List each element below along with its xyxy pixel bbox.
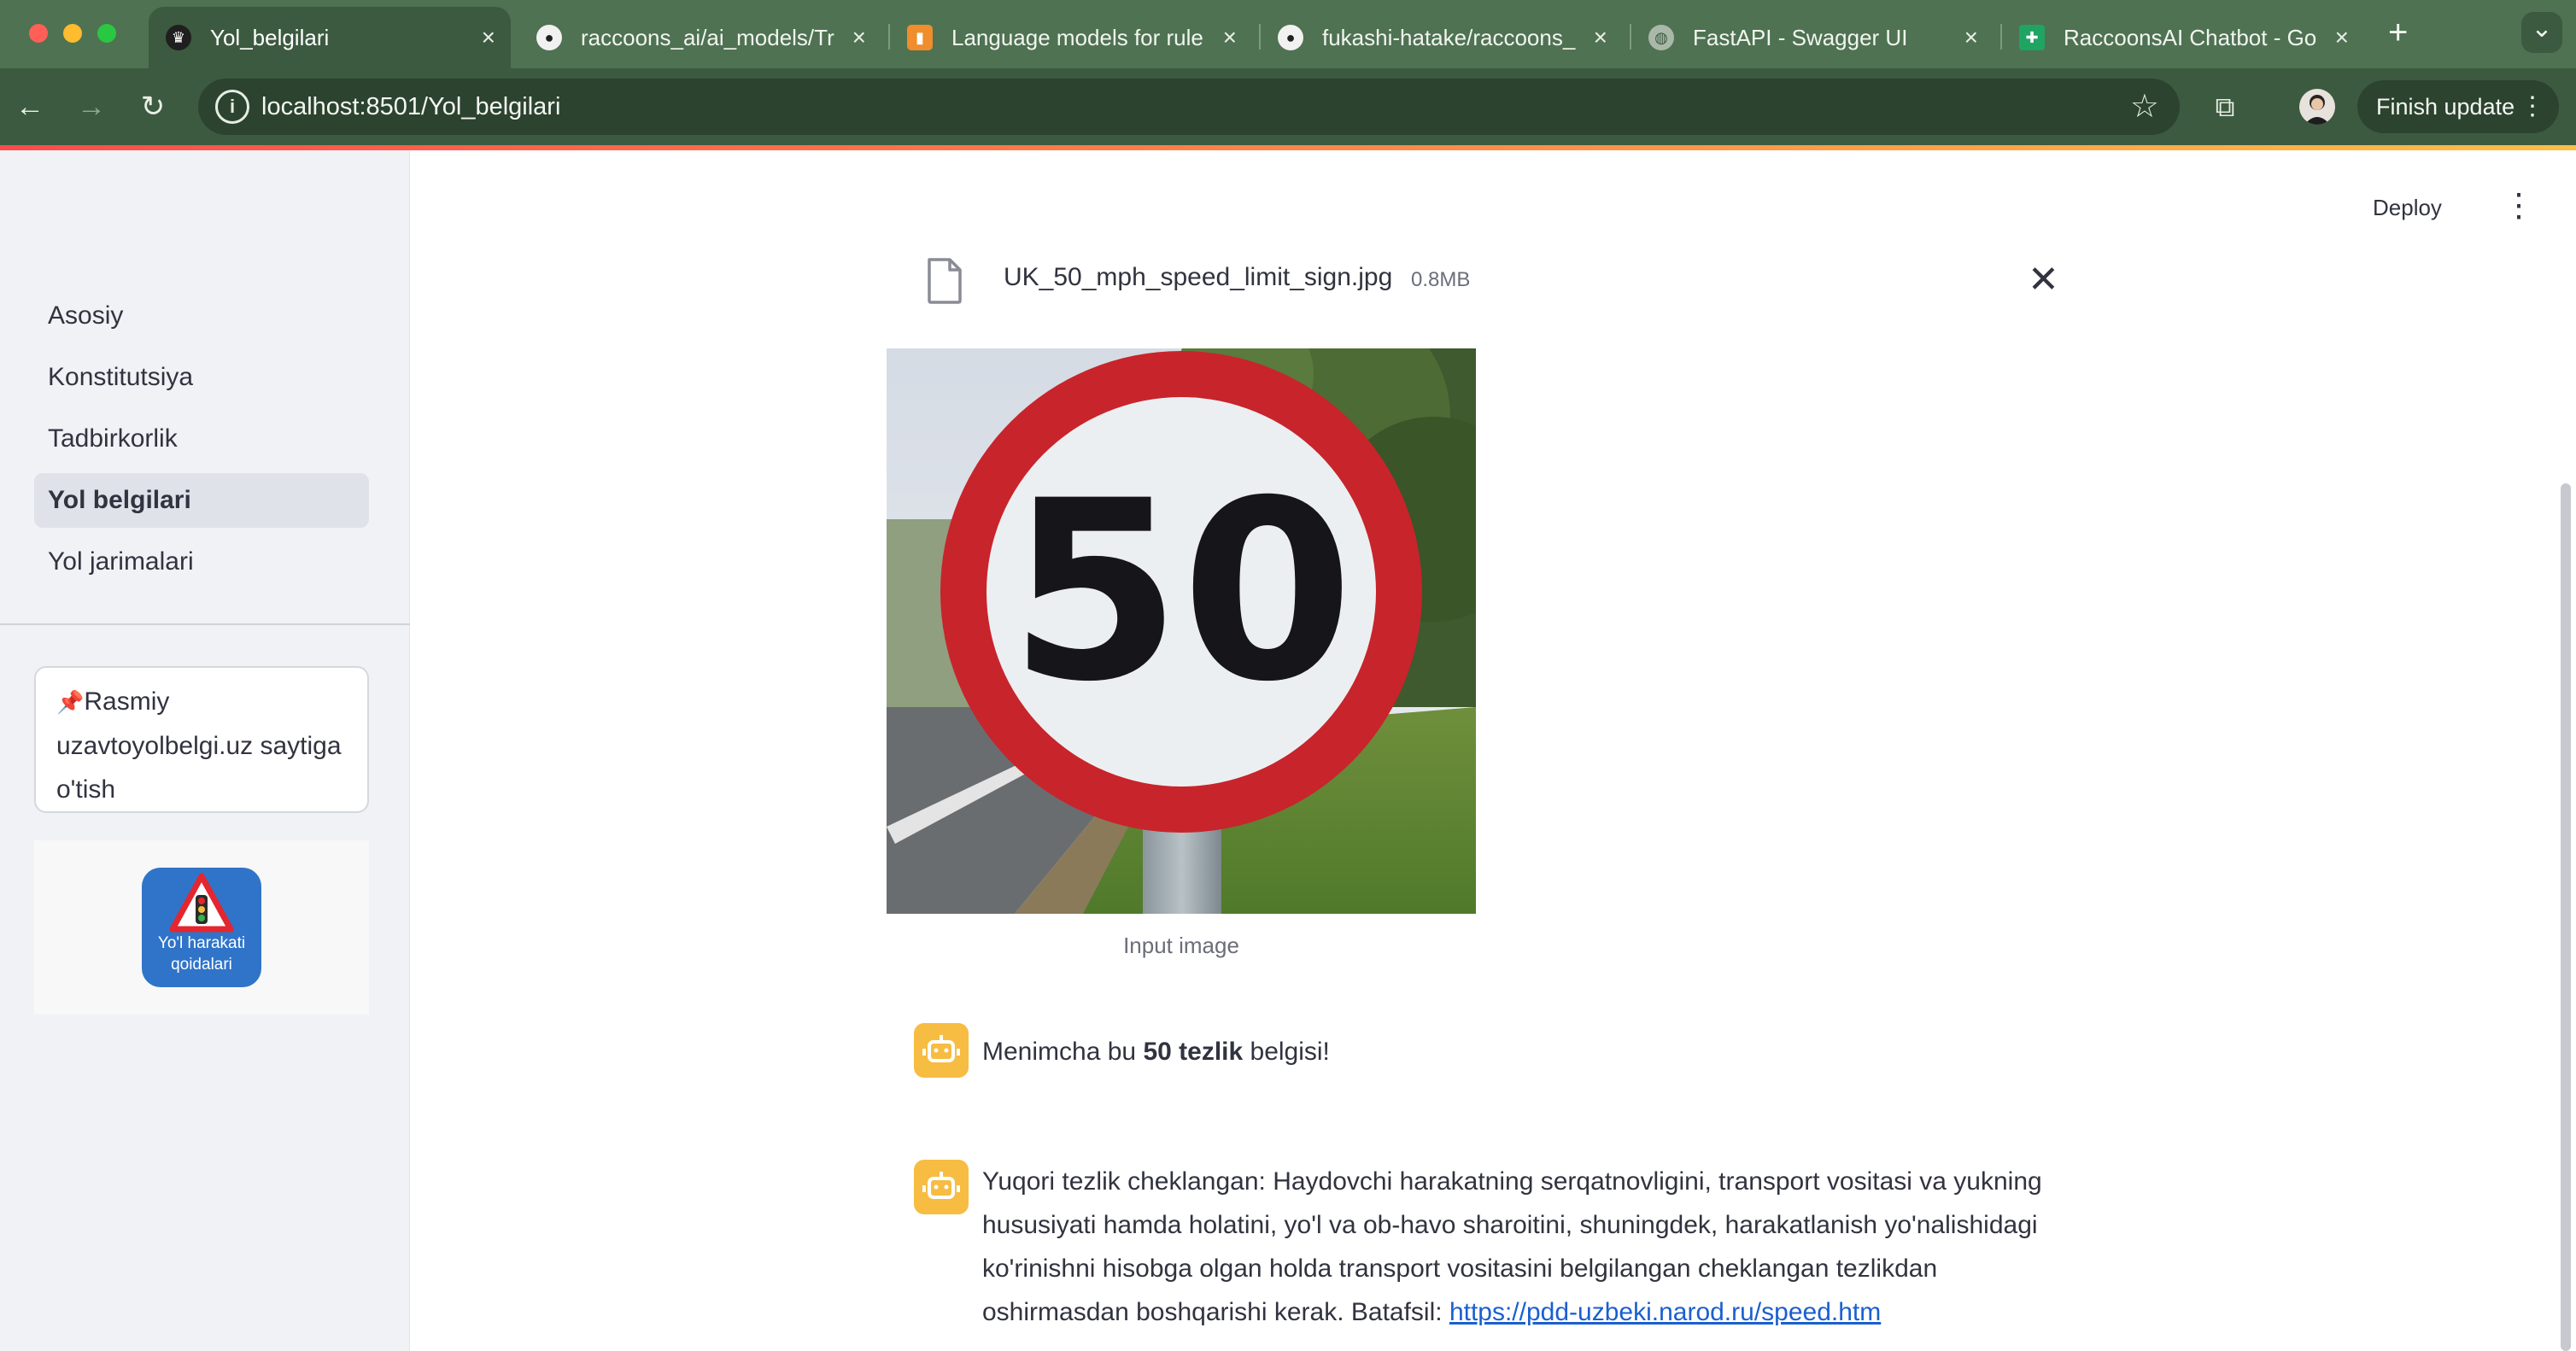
pushpin-icon: 📌 [56,689,85,715]
forward-arrow-icon[interactable]: → [72,87,111,126]
finish-update-button[interactable]: Finish update ⋮ [2357,80,2559,133]
deploy-button[interactable]: Deploy [2373,195,2442,221]
tab-title: RaccoonsAI Chatbot - Go [2064,24,2317,50]
sidebar-item-yol-belgilari[interactable]: Yol belgilari [34,473,369,528]
message-line: hususiyati hamda holatini, yo'l va ob-ha… [982,1211,2038,1239]
profile-avatar-image [2304,95,2330,125]
browser-tab[interactable]: ◍ FastAPI - Swagger UI × [1631,7,1993,68]
book-icon: ▮ [907,25,933,50]
file-icon [928,258,962,304]
message-line: oshirmasdan boshqarishi kerak. Batafsil:… [982,1290,2075,1334]
details-link[interactable]: https://pdd-uzbeki.narod.ru/speed.htm [1449,1298,1881,1326]
remove-file-icon[interactable]: ✕ [2028,261,2059,299]
app-logo-container: Yo'l harakati qoidalari [34,840,369,1015]
tab-search-button[interactable]: ⌄ [2521,12,2562,53]
finish-update-label: Finish update [2376,94,2515,120]
app-logo: Yo'l harakati qoidalari [142,868,261,987]
message-bold-text: 50 tezlik [1143,1038,1244,1066]
extensions-puzzle-icon[interactable]: ⧉ [2205,87,2245,126]
bookmark-star-icon[interactable]: ☆ [2130,87,2159,126]
close-tab-icon[interactable]: × [1223,26,1237,50]
browser-tab[interactable]: ✚ RaccoonsAI Chatbot - Go × [2002,7,2364,68]
official-site-link-card[interactable]: 📌Rasmiy uzavtoyolbelgi.uz saytiga o'tish [34,666,369,813]
tab-title: raccoons_ai/ai_models/Tr [581,24,834,50]
sidebar-divider [0,623,410,625]
official-site-link-text[interactable]: Rasmiy uzavtoyolbelgi.uz saytiga o'tish [56,687,342,804]
new-tab-button[interactable]: + [2388,14,2408,52]
browser-toolbar: ← → ↻ i localhost:8501/Yol_belgilari ☆ ⧉… [0,68,2576,145]
sidebar-item-tadbirkorlik[interactable]: Tadbirkorlik [34,412,369,466]
sidebar-item-konstitutsiya[interactable]: Konstitutsiya [34,350,369,405]
message-text: belgisi! [1243,1038,1330,1066]
message-line: Yuqori tezlik cheklangan: Haydovchi hara… [982,1167,2042,1196]
sidebar: Asosiy Konstitutsiya Tadbirkorlik Yol be… [0,150,410,1351]
reload-icon[interactable]: ↻ [133,87,173,126]
minimize-window-button[interactable] [63,24,82,43]
address-bar[interactable]: i localhost:8501/Yol_belgilari ☆ [198,79,2180,135]
maximize-window-button[interactable] [97,24,116,43]
close-tab-icon[interactable]: × [482,26,495,50]
bot-avatar-icon [914,1023,969,1078]
bot-message: Menimcha bu 50 tezlik belgisi! [982,1030,2075,1073]
tab-title: FastAPI - Swagger UI [1693,24,1908,50]
globe-icon: ◍ [1648,25,1674,50]
uploaded-file-name: UK_50_mph_speed_limit_sign.jpg [1004,263,1393,291]
github-icon: ● [536,25,562,50]
browser-menu-icon[interactable]: ⋮ [2520,80,2545,133]
browser-tab[interactable]: ● fukashi-hatake/raccoons_ × [1261,7,1623,68]
bot-avatar-icon [914,1160,969,1214]
profile-avatar[interactable] [2299,89,2335,125]
github-icon: ● [1278,25,1303,50]
browser-tab[interactable]: ▮ Language models for rule × [890,7,1252,68]
uploaded-file-size: 0.8MB [1411,268,1471,291]
browser-tab[interactable]: ● raccoons_ai/ai_models/Tr × [519,7,881,68]
tab-title: Language models for rule [951,24,1203,50]
bot-message: Yuqori tezlik cheklangan: Haydovchi hara… [982,1160,2075,1334]
close-tab-icon[interactable]: × [852,26,866,50]
info-icon[interactable]: i [215,90,249,124]
message-line: ko'rinishni hisobga olgan holda transpor… [982,1254,1938,1283]
robot-icon [922,1035,960,1062]
page-scrollbar[interactable] [2561,483,2571,1351]
tab-title: Yol_belgilari [210,24,330,50]
message-text: oshirmasdan boshqarishi kerak. Batafsil: [982,1298,1449,1326]
main-menu-icon[interactable]: ⋮ [2503,190,2535,222]
sidebar-item-yol-jarimalari[interactable]: Yol jarimalari [34,535,369,589]
browser-tab[interactable]: ♛ Yol_belgilari × [149,7,511,68]
close-tab-icon[interactable]: × [1964,26,1978,50]
back-arrow-icon[interactable]: ← [10,87,50,126]
close-tab-icon[interactable]: × [1594,26,1607,50]
sheets-icon: ✚ [2019,25,2045,50]
robot-icon [922,1172,960,1199]
logo-caption: Yo'l harakati qoidalari [157,934,246,974]
message-text: Menimcha bu [982,1038,1144,1066]
crown-icon: ♛ [166,25,191,50]
speed-limit-sign-photo: 50 [887,348,1476,914]
close-window-button[interactable] [29,24,48,43]
sidebar-item-asosiy[interactable]: Asosiy [34,289,369,343]
close-tab-icon[interactable]: × [2335,26,2349,50]
warning-traffic-light-icon [169,873,234,933]
url-text[interactable]: localhost:8501/Yol_belgilari [261,93,560,121]
browser-tab-bar: ♛ Yol_belgilari × ● raccoons_ai/ai_model… [0,0,2576,68]
input-image: 50 [887,348,1476,914]
image-caption: Input image [1123,933,1239,958]
sign-number: 50 [1009,448,1354,736]
tab-title: fukashi-hatake/raccoons_ [1322,24,1576,50]
